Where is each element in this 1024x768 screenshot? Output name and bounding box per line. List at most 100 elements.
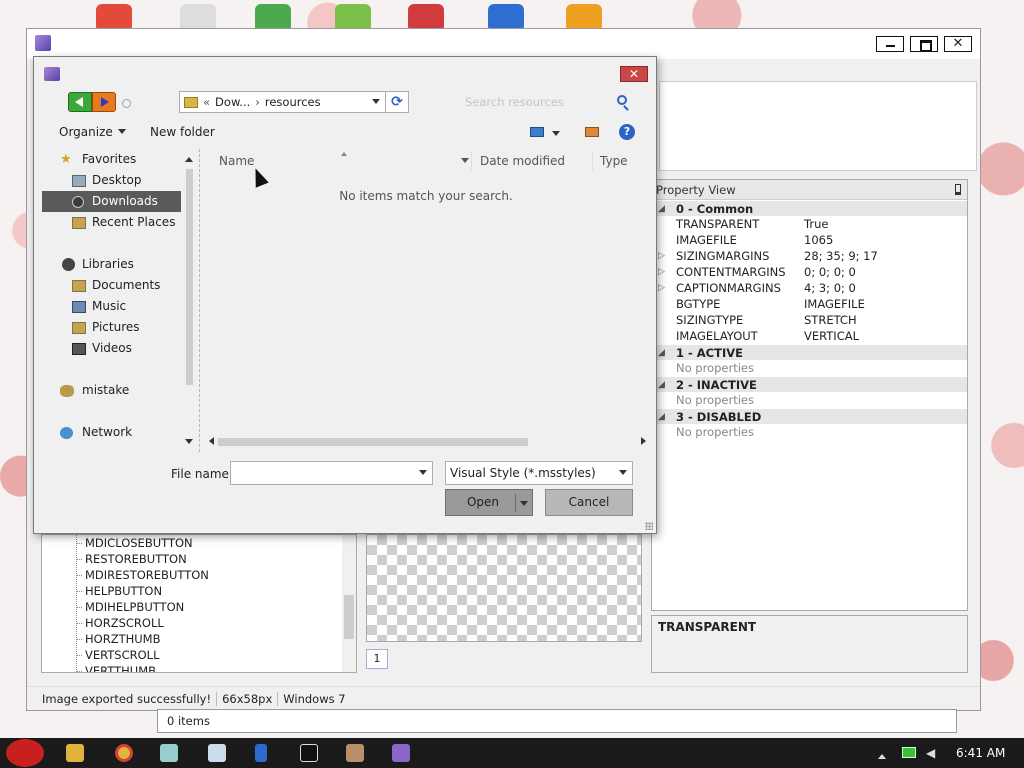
- file-list-hscrollbar[interactable]: [200, 435, 652, 449]
- property-value[interactable]: True: [804, 216, 828, 232]
- back-button[interactable]: [68, 92, 92, 112]
- tree-item[interactable]: MDIRESTOREBUTTON: [42, 567, 356, 583]
- tree-item[interactable]: VERTTHUMB: [42, 663, 356, 672]
- address-dropdown-icon[interactable]: [372, 99, 380, 108]
- file-name-input[interactable]: [230, 461, 433, 485]
- expand-icon[interactable]: ▷: [658, 280, 665, 296]
- breadcrumb-separator[interactable]: ›: [255, 95, 260, 109]
- refresh-icon[interactable]: ⟳: [385, 91, 409, 113]
- property-value[interactable]: 0; 0; 0; 0: [804, 264, 856, 280]
- property-row[interactable]: ▷ SIZINGMARGINS 28; 35; 9; 17: [652, 248, 967, 264]
- start-button[interactable]: [6, 739, 44, 767]
- organize-menu[interactable]: Organize: [59, 125, 126, 139]
- property-row[interactable]: ▷ CONTENTMARGINS 0; 0; 0; 0: [652, 264, 967, 280]
- view-icon[interactable]: [530, 127, 544, 137]
- volume-icon[interactable]: ◀: [926, 747, 938, 759]
- tree-item[interactable]: MDICLOSEBUTTON: [42, 535, 356, 551]
- nav-recent-places[interactable]: Recent Places: [72, 212, 175, 233]
- file-explorer-icon[interactable]: [66, 744, 84, 762]
- tool-icon[interactable]: [346, 744, 364, 762]
- tree-item[interactable]: RESTOREBUTTON: [42, 551, 356, 567]
- maximize-button[interactable]: [910, 36, 938, 52]
- pin-icon[interactable]: [955, 184, 961, 195]
- open-options-dropdown-icon[interactable]: [520, 501, 528, 510]
- search-icon[interactable]: [617, 95, 627, 105]
- tree-item[interactable]: VERTSCROLL: [42, 647, 356, 663]
- breadcrumb-resources[interactable]: resources: [265, 95, 321, 109]
- recent-locations-icon[interactable]: [122, 99, 131, 108]
- blue-app-icon[interactable]: [255, 744, 267, 762]
- property-row[interactable]: IMAGEFILE 1065: [652, 232, 967, 248]
- property-value[interactable]: 4; 3; 0; 0: [804, 280, 856, 296]
- new-folder-button[interactable]: New folder: [150, 125, 215, 139]
- property-value[interactable]: IMAGEFILE: [804, 296, 865, 312]
- property-value[interactable]: VERTICAL: [804, 328, 859, 344]
- property-category[interactable]: ◢ 3 - DISABLED: [652, 408, 967, 424]
- tree-item[interactable]: HORZTHUMB: [42, 631, 356, 647]
- resize-grip-icon[interactable]: [645, 522, 653, 530]
- property-category[interactable]: ◢ 0 - Common: [652, 200, 967, 216]
- nav-downloads[interactable]: Downloads: [42, 191, 181, 212]
- minimize-button[interactable]: [876, 36, 904, 52]
- nav-videos[interactable]: Videos: [72, 338, 132, 359]
- property-row[interactable]: SIZINGTYPE STRETCH: [652, 312, 967, 328]
- property-value[interactable]: STRETCH: [804, 312, 857, 328]
- search-input[interactable]: Search resources: [459, 91, 629, 113]
- collapse-icon[interactable]: ◢: [658, 377, 665, 393]
- collapse-icon[interactable]: ◢: [658, 201, 665, 217]
- show-hidden-icons-icon[interactable]: [878, 750, 886, 759]
- column-name[interactable]: Name: [219, 149, 254, 173]
- style-builder-icon[interactable]: [392, 744, 410, 762]
- collapse-icon[interactable]: ◢: [658, 345, 665, 361]
- paint-icon[interactable]: [160, 744, 178, 762]
- nav-libraries[interactable]: Libraries: [60, 254, 134, 275]
- help-icon[interactable]: ?: [619, 124, 635, 140]
- scroll-right-icon[interactable]: [641, 437, 650, 445]
- chevron-down-icon[interactable]: [552, 131, 560, 140]
- nav-music[interactable]: Music: [72, 296, 126, 317]
- nav-homegroup-mistake[interactable]: mistake: [60, 380, 129, 401]
- property-row[interactable]: BGTYPE IMAGEFILE: [652, 296, 967, 312]
- scroll-down-icon[interactable]: [185, 439, 193, 448]
- scroll-up-icon[interactable]: [185, 153, 193, 162]
- column-date-modified[interactable]: Date modified: [480, 149, 565, 173]
- nav-pictures[interactable]: Pictures: [72, 317, 140, 338]
- expand-icon[interactable]: ▷: [658, 248, 665, 264]
- column-type[interactable]: Type: [600, 149, 628, 173]
- expand-icon[interactable]: ▷: [658, 264, 665, 280]
- nav-desktop[interactable]: Desktop: [72, 170, 142, 191]
- notepad-icon[interactable]: [208, 744, 226, 762]
- nav-documents[interactable]: Documents: [72, 275, 160, 296]
- tree-scrollbar[interactable]: [342, 535, 356, 672]
- address-prefix[interactable]: «: [203, 95, 210, 109]
- property-category[interactable]: ◢ 2 - INACTIVE: [652, 376, 967, 392]
- image-index-tab[interactable]: 1: [366, 649, 388, 669]
- forward-button[interactable]: [92, 92, 116, 112]
- preview-pane-icon[interactable]: [585, 127, 599, 137]
- open-button[interactable]: Open: [445, 489, 533, 516]
- chrome-icon[interactable]: [115, 744, 133, 762]
- 7zip-icon[interactable]: [300, 744, 318, 762]
- tree-item[interactable]: MDIHELPBUTTON: [42, 599, 356, 615]
- file-type-select[interactable]: Visual Style (*.msstyles): [445, 461, 633, 485]
- cancel-button[interactable]: Cancel: [545, 489, 633, 516]
- nav-favorites[interactable]: ★ Favorites: [60, 149, 136, 170]
- collapse-icon[interactable]: ◢: [658, 409, 665, 425]
- property-category[interactable]: ◢ 1 - ACTIVE: [652, 344, 967, 360]
- scroll-left-icon[interactable]: [205, 437, 214, 445]
- column-filter-dropdown-icon[interactable]: [461, 158, 469, 167]
- navigation-scrollbar[interactable]: [183, 149, 196, 452]
- close-button[interactable]: ✕: [944, 36, 972, 52]
- network-status-icon[interactable]: [902, 747, 916, 758]
- property-value[interactable]: 1065: [804, 232, 833, 248]
- nav-network[interactable]: Network: [60, 422, 132, 443]
- property-value[interactable]: 28; 35; 9; 17: [804, 248, 878, 264]
- tree-item[interactable]: HELPBUTTON: [42, 583, 356, 599]
- property-row[interactable]: IMAGELAYOUT VERTICAL: [652, 328, 967, 344]
- dialog-close-button[interactable]: ✕: [620, 66, 648, 82]
- clock[interactable]: 6:41 AM: [956, 738, 1005, 768]
- tree-item[interactable]: HORZSCROLL: [42, 615, 356, 631]
- address-bar[interactable]: « Dow... › resources ⟳: [179, 91, 409, 113]
- breadcrumb-downloads[interactable]: Dow...: [215, 95, 250, 109]
- property-row[interactable]: ▷ CAPTIONMARGINS 4; 3; 0; 0: [652, 280, 967, 296]
